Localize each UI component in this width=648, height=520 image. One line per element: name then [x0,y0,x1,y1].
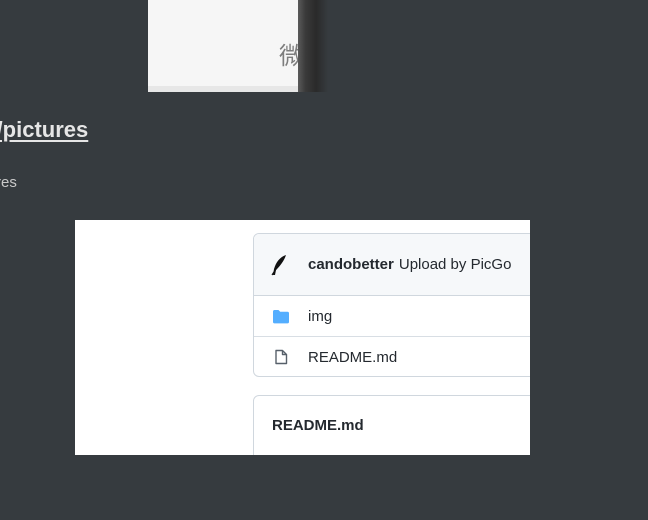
latest-commit-bar: candobetter Upload by PicGo [254,234,530,296]
file-row[interactable]: README.md [254,337,530,376]
file-name[interactable]: img [308,308,332,325]
file-icon [271,349,291,365]
folder-icon [271,308,291,324]
embedded-image-top: 微 [148,0,328,92]
file-name[interactable]: README.md [308,349,397,366]
subtext: res [0,174,17,191]
readme-title: README.md [272,417,364,434]
image-panel [148,0,298,92]
image-panel-footer [148,86,298,92]
commit-author[interactable]: candobetter [308,256,394,273]
file-row[interactable]: img [254,296,530,337]
repo-path-link[interactable]: r/pictures [0,117,88,143]
image-shadow [298,0,328,92]
commit-message[interactable]: Upload by PicGo [399,256,512,273]
readme-panel: README.md [253,395,530,455]
file-browser: candobetter Upload by PicGo img README.m… [253,233,530,377]
feather-avatar-icon [271,254,286,275]
embedded-image-repo: candobetter Upload by PicGo img README.m… [75,220,530,455]
image-glyph: 微 [279,42,298,70]
